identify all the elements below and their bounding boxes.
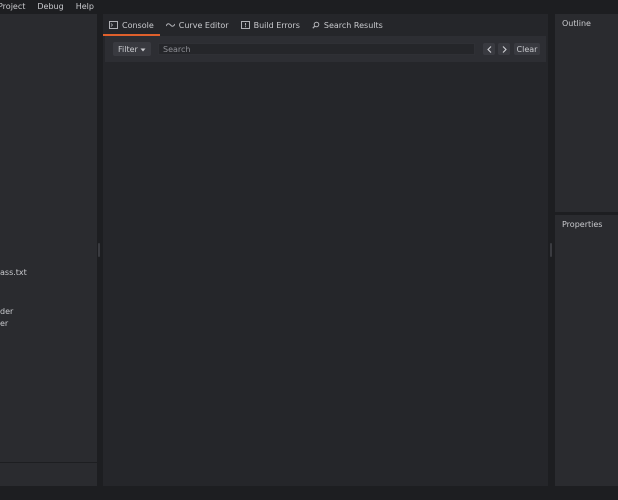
chevron-right-icon	[502, 45, 507, 53]
tab-console[interactable]: Console	[103, 14, 160, 36]
chevron-left-icon	[486, 45, 491, 53]
menu-help[interactable]: Help	[76, 2, 94, 11]
search-input[interactable]	[158, 43, 475, 55]
tab-label: Build Errors	[253, 20, 300, 30]
terminal-icon	[109, 21, 118, 29]
bottom-tab-bar: Console Curve Editor Build Errors Search…	[103, 14, 548, 36]
tree-item[interactable]: er	[0, 319, 8, 328]
panel-divider	[0, 462, 97, 463]
console-toolbar: Filter Clear	[105, 36, 546, 62]
properties-title: Properties	[562, 220, 603, 229]
left-splitter-handle[interactable]	[98, 243, 100, 257]
right-splitter-handle[interactable]	[550, 243, 552, 257]
menu-bar: Project Debug Help	[0, 0, 618, 12]
panel-divider[interactable]	[555, 212, 618, 215]
curve-icon	[165, 22, 175, 28]
next-button[interactable]	[498, 43, 510, 55]
tree-item[interactable]: der	[0, 307, 13, 316]
tab-search-results[interactable]: Search Results	[306, 14, 389, 36]
build-errors-icon	[240, 21, 250, 29]
filter-dropdown[interactable]: Filter	[113, 42, 151, 56]
tree-item[interactable]: ass.txt	[0, 268, 27, 277]
tab-curve-editor[interactable]: Curve Editor	[160, 14, 235, 36]
filter-label: Filter	[118, 44, 138, 54]
tab-label: Curve Editor	[178, 20, 229, 30]
inspector-panel: Outline Properties	[555, 14, 618, 486]
menu-debug[interactable]: Debug	[37, 2, 63, 11]
chevron-down-icon	[140, 45, 146, 54]
tab-build-errors[interactable]: Build Errors	[235, 14, 306, 36]
assets-panel: ass.txt der er	[0, 14, 97, 486]
previous-button[interactable]	[483, 43, 495, 55]
console-panel: Console Curve Editor Build Errors Search…	[103, 14, 548, 486]
tab-label: Search Results	[323, 20, 383, 30]
tab-label: Console	[122, 20, 154, 30]
menu-project[interactable]: Project	[0, 2, 25, 11]
clear-button[interactable]: Clear	[514, 43, 540, 55]
outline-title: Outline	[562, 19, 591, 28]
search-icon	[312, 21, 320, 29]
